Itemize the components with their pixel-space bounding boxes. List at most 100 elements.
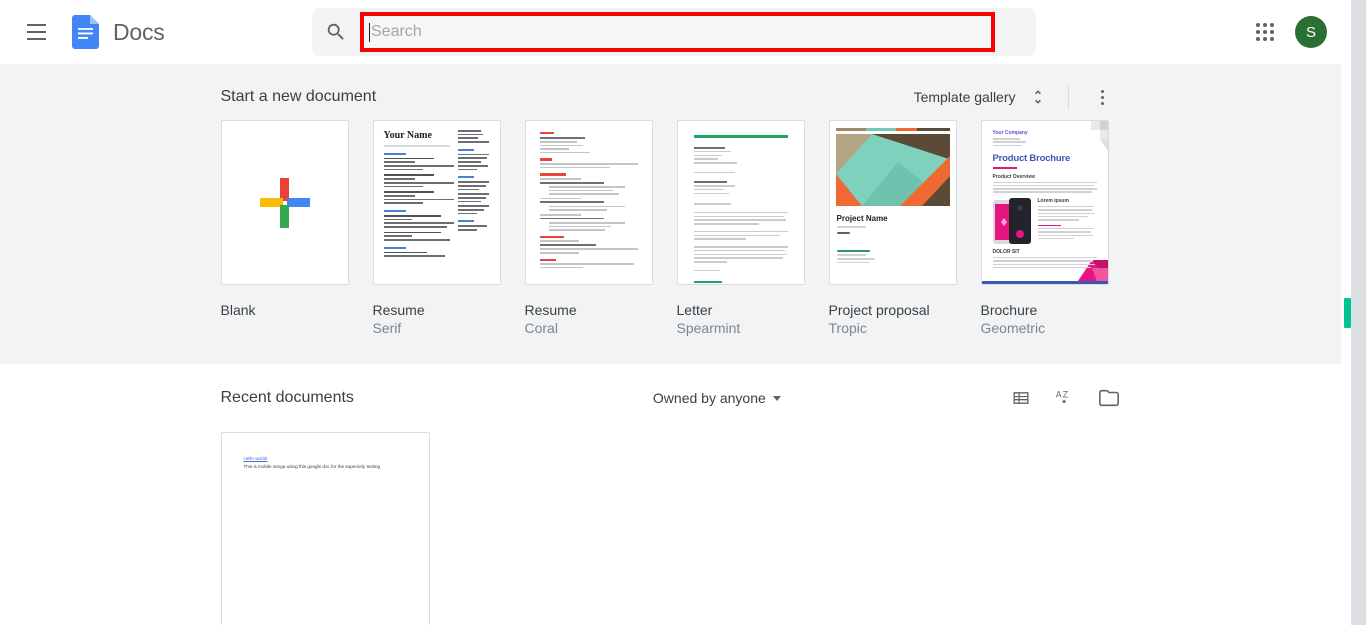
resume-coral-thumb[interactable] xyxy=(524,120,653,285)
list-view-icon[interactable] xyxy=(1009,386,1033,410)
hamburger-menu-icon[interactable] xyxy=(12,8,60,56)
template-gallery-link[interactable]: Template gallery xyxy=(914,89,1016,105)
template-card-brochure-geometric[interactable]: Your Company Product Brochure Product Ov… xyxy=(980,120,1109,337)
document-preview-content: Hello world! This is mobile sanga using … xyxy=(222,433,429,493)
document-thumbnail[interactable]: Hello world! This is mobile sanga using … xyxy=(220,432,430,625)
brochure-section-heading: DOLOR SIT xyxy=(992,248,1020,255)
brochure-geometric-thumb[interactable]: Your Company Product Brochure Product Ov… xyxy=(980,120,1109,285)
kebab-dot xyxy=(1101,89,1104,93)
grid-dot xyxy=(1270,23,1274,27)
thumb-doc-body xyxy=(677,121,804,284)
resume-left-column: Your Name xyxy=(383,130,456,259)
chevron-down-icon xyxy=(772,395,781,401)
search-placeholder: Search xyxy=(371,23,422,40)
brochure-title: Product Brochure xyxy=(992,153,1071,165)
svg-text:A: A xyxy=(1056,389,1062,399)
template-name: Resume xyxy=(524,302,577,318)
apps-grid-icon[interactable] xyxy=(1245,12,1285,52)
template-subtitle: Spearmint xyxy=(676,320,741,336)
vertical-scrollbar-thumb[interactable] xyxy=(1344,298,1351,328)
kebab-dot xyxy=(1101,95,1104,99)
hamburger-line xyxy=(26,38,46,40)
spearmint-signature xyxy=(693,281,722,284)
recent-documents-header: Recent documents Owned by anyone A Z xyxy=(221,364,1121,432)
document-link-text: Hello world! xyxy=(243,456,268,461)
vertical-scrollbar-track[interactable] xyxy=(1351,0,1366,625)
template-subtitle: Coral xyxy=(524,320,558,336)
apps-grid-dots xyxy=(1256,23,1274,41)
google-docs-logo-icon xyxy=(72,15,99,49)
docs-brand[interactable]: Docs xyxy=(72,15,165,49)
plus-blue-bar xyxy=(286,197,310,207)
avatar[interactable]: S xyxy=(1295,16,1327,48)
recent-document-card[interactable]: Hello world! This is mobile sanga using … xyxy=(220,432,430,625)
hamburger-line xyxy=(26,31,46,33)
grid-dot xyxy=(1256,37,1260,41)
brochure-overview-heading: Product Overview xyxy=(992,173,1036,180)
template-name: Letter xyxy=(676,302,713,318)
blank-plus-thumb[interactable] xyxy=(220,120,349,285)
template-card-project-proposal[interactable]: Project Name Project proposal Tropic xyxy=(828,120,957,337)
template-name: Resume xyxy=(372,302,425,318)
unfold-more-icon[interactable] xyxy=(1026,85,1050,109)
search-input-highlight: Search xyxy=(360,12,995,52)
kebab-dot xyxy=(1101,101,1104,105)
templates-header: Start a new document Template gallery xyxy=(221,64,1121,114)
resume-serif-thumb[interactable]: Your Name xyxy=(372,120,501,285)
tropic-color-stripe xyxy=(835,128,950,131)
brochure-section-heading: Lorem ipsum xyxy=(1037,197,1069,204)
grid-dot xyxy=(1270,37,1274,41)
recent-documents-section: Recent documents Owned by anyone A Z Hel… xyxy=(0,364,1341,625)
template-subtitle: Geometric xyxy=(980,320,1046,336)
header-right-actions: S xyxy=(1245,0,1351,64)
project-proposal-tropic-thumb[interactable]: Project Name xyxy=(828,120,957,285)
thumb-doc-body: Your Name xyxy=(373,121,500,284)
text-cursor xyxy=(369,22,370,42)
grid-dot xyxy=(1256,30,1260,34)
templates-section: Start a new document Template gallery Bl… xyxy=(0,64,1341,364)
thumb-doc-body xyxy=(525,121,652,284)
grid-dot xyxy=(1270,30,1274,34)
google-plus-icon xyxy=(259,177,310,228)
owner-filter-label: Owned by anyone xyxy=(652,390,766,406)
recent-view-actions: A Z xyxy=(1009,386,1121,410)
svg-text:Z: Z xyxy=(1063,389,1069,399)
template-name: Blank xyxy=(220,302,256,318)
search-bar[interactable]: Search xyxy=(312,8,1036,56)
grid-dot xyxy=(1256,23,1260,27)
template-card-resume-serif[interactable]: Your Name Resume Serif xyxy=(372,120,501,337)
brand-name: Docs xyxy=(113,18,165,45)
template-subtitle: Tropic xyxy=(828,320,867,336)
template-card-resume-coral[interactable]: Resume Coral xyxy=(524,120,653,337)
brochure-company: Your Company xyxy=(992,130,1028,136)
folder-icon[interactable] xyxy=(1097,386,1121,410)
template-card-letter-spearmint[interactable]: Letter Spearmint xyxy=(676,120,805,337)
owner-filter-dropdown[interactable]: Owned by anyone xyxy=(653,390,781,406)
template-name: Project proposal xyxy=(828,302,930,318)
more-vert-icon[interactable] xyxy=(1085,79,1121,115)
template-subtitle: Serif xyxy=(372,320,402,336)
grid-dot xyxy=(1263,37,1267,41)
template-card-blank[interactable]: Blank xyxy=(220,120,349,337)
grid-dot xyxy=(1263,30,1267,34)
hamburger-line xyxy=(26,24,46,26)
document-body-text: This is mobile sanga using this google d… xyxy=(243,464,381,469)
tropic-artwork xyxy=(835,134,950,206)
google-docs-home: Docs Search S Start a new document Templ… xyxy=(0,0,1366,625)
template-name: Brochure xyxy=(980,302,1038,318)
app-header: Docs Search S xyxy=(0,0,1351,64)
recent-documents-grid: Hello world! This is mobile sanga using … xyxy=(220,432,1121,625)
recent-documents-title: Recent documents xyxy=(220,389,354,406)
plus-green-bar xyxy=(279,204,289,228)
project-name-heading: Project Name xyxy=(836,214,888,223)
grid-dot xyxy=(1263,23,1267,27)
letter-spearmint-thumb[interactable] xyxy=(676,120,805,285)
search-input[interactable]: Search xyxy=(364,16,991,48)
resume-heading: Your Name xyxy=(383,130,432,141)
search-icon[interactable] xyxy=(312,8,360,56)
sort-az-icon[interactable]: A Z xyxy=(1053,386,1077,410)
resume-right-column xyxy=(457,130,491,233)
template-card-list: Blank Your Name Resume Serif Resume Cora… xyxy=(220,120,1121,337)
spearmint-accent-bar xyxy=(693,135,788,138)
divider xyxy=(1067,84,1069,110)
